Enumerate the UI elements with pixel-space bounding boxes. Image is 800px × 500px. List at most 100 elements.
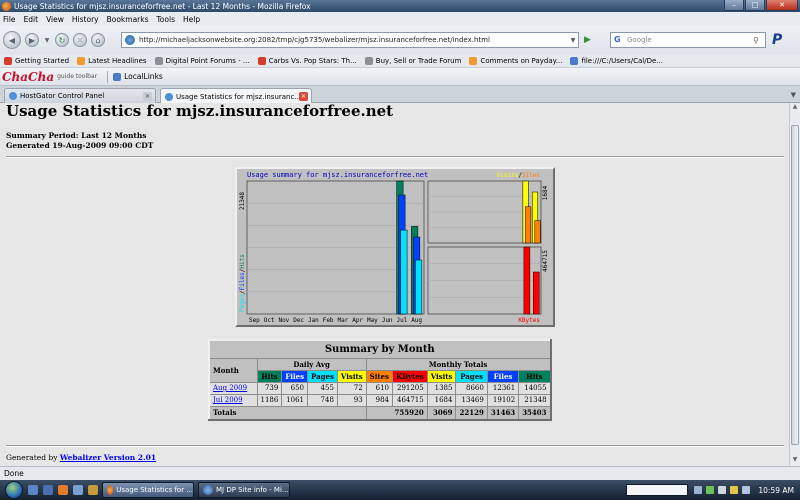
bookmark-icon [257, 56, 266, 65]
chacha-logo[interactable]: ChaCha [2, 70, 54, 84]
close-window-button[interactable]: ✕ [766, 0, 798, 11]
forward-button[interactable]: ▶ [25, 33, 39, 47]
x-tick-label: Feb [323, 317, 334, 324]
search-placeholder[interactable]: Google [627, 36, 753, 44]
vertical-scrollbar[interactable]: ▲ ▼ [789, 103, 800, 466]
bookmark-comments-payday[interactable]: Comments on Payday... [469, 56, 562, 65]
go-arrow-icon[interactable]: ▶ [584, 35, 596, 46]
taskbar-search-box[interactable] [626, 484, 689, 496]
month-header: Month [208, 357, 258, 383]
google-icon[interactable]: G [614, 35, 624, 45]
table-caption: Summary by Month [208, 339, 552, 359]
taskbar-button-firefox[interactable]: Usage Statistics for ... [102, 482, 194, 498]
menu-bar: File Edit View History Bookmarks Tools H… [0, 12, 800, 26]
scrollbar-thumb[interactable] [791, 125, 799, 445]
menu-tools[interactable]: Tools [157, 15, 175, 24]
history-dropdown-button[interactable]: ▼ [43, 33, 51, 47]
tab-hostgator[interactable]: HostGator Control Panel ✕ [4, 88, 156, 103]
local-links-button[interactable]: LocalLinks [113, 72, 163, 81]
cell: 739 [256, 381, 283, 395]
show-desktop-icon[interactable] [28, 485, 38, 495]
scroll-up-icon[interactable]: ▲ [790, 103, 800, 113]
maximize-button[interactable]: □ [745, 0, 765, 11]
totals-label: Totals [208, 405, 367, 421]
stop-button[interactable]: ✕ [73, 33, 87, 47]
page-title: Usage Statistics for mjsz.insuranceforfr… [6, 103, 394, 120]
bookmarks-toolbar: Getting Started Latest Headlines Digital… [0, 54, 800, 68]
x-tick-label: Nov [278, 317, 289, 324]
reload-button[interactable]: ↻ [55, 33, 69, 47]
tray-icon[interactable] [694, 486, 703, 494]
total-visits: 3069 [426, 405, 457, 421]
bar-sites [525, 206, 532, 244]
scroll-down-icon[interactable]: ▼ [790, 456, 800, 466]
firefox-icon [2, 1, 11, 11]
clock[interactable]: 10:59 AM [758, 486, 794, 495]
menu-bookmarks[interactable]: Bookmarks [107, 15, 149, 24]
menu-history[interactable]: History [72, 15, 99, 24]
totals-row: Totals 755920 3069 22129 31463 35403 [208, 405, 552, 421]
paypal-icon[interactable]: P [772, 32, 782, 48]
bookmark-buy-sell-trade[interactable]: Buy, Sell or Trade Forum [364, 56, 461, 65]
webalizer-link[interactable]: Webalizer Version 2.01 [60, 453, 156, 462]
y-axis-label-part: Files [239, 272, 246, 290]
ie-icon[interactable] [43, 485, 53, 495]
x-tick-label: Jan [308, 317, 319, 324]
y-axis-label: Pages/Files/Hits [239, 254, 246, 312]
bookmark-carbs-vs-pop-stars[interactable]: Carbs Vs. Pop Stars: Th... [257, 56, 357, 65]
quicklaunch-icon[interactable] [88, 485, 98, 495]
menu-help[interactable]: Help [183, 15, 200, 24]
menu-file[interactable]: File [3, 15, 16, 24]
quicklaunch-icon[interactable] [73, 485, 83, 495]
network-icon[interactable] [718, 486, 727, 494]
tab-list-icon[interactable]: ▼ [791, 91, 796, 99]
home-button[interactable]: ⌂ [91, 33, 105, 47]
page-content: Usage Statistics for mjsz.insuranceforfr… [0, 103, 789, 466]
window-title: Usage Statistics for mjsz.insuranceforfr… [14, 1, 311, 11]
chacha-subtitle: guide toolbar [57, 73, 98, 80]
month-link-aug-2009[interactable]: Aug 2009 [213, 384, 247, 392]
tab-strip: HostGator Control Panel ✕ Usage Statisti… [0, 86, 800, 104]
volume-icon[interactable] [742, 486, 751, 494]
tab-usage-statistics[interactable]: Usage Statistics for mjsz.insuranc... ✕ [160, 88, 312, 104]
month-link-jul-2009[interactable]: Jul 2009 [213, 396, 243, 404]
search-icon[interactable]: ⚲ [753, 36, 765, 45]
total-hits: 35403 [518, 405, 552, 421]
cell: 93 [336, 393, 367, 407]
minimize-button[interactable]: – [724, 0, 744, 11]
menu-view[interactable]: View [46, 15, 64, 24]
bookmark-getting-started[interactable]: Getting Started [4, 56, 69, 65]
status-bar: Done [0, 466, 800, 480]
tray-icon[interactable] [730, 486, 739, 494]
file-icon [570, 56, 579, 65]
bookmark-icon [4, 56, 12, 65]
tab-favicon [9, 92, 17, 100]
y-axis-label-part: Pages [239, 294, 246, 312]
url-dropdown-icon[interactable]: ▼ [568, 37, 578, 44]
title-bar: Usage Statistics for mjsz.insuranceforfr… [0, 0, 800, 12]
cell: 19102 [486, 393, 520, 407]
tab-favicon [165, 92, 173, 101]
bookmark-digital-point[interactable]: Digital Point Forums - ... [154, 56, 250, 65]
firefox-quicklaunch-icon[interactable] [58, 485, 68, 495]
x-tick-label: Jul [396, 317, 407, 324]
address-bar[interactable]: http://michaeljacksonwebsite.org:2082/tm… [121, 32, 579, 48]
back-button[interactable]: ◀ [3, 31, 21, 49]
bookmark-label: Latest Headlines [88, 56, 147, 65]
start-button[interactable] [5, 481, 23, 499]
bar-kbytes [533, 271, 540, 315]
tab-close-icon[interactable]: ✕ [299, 92, 308, 101]
bookmark-local-file[interactable]: file:///C:/Users/Cal/De... [570, 56, 663, 65]
site-icon [125, 35, 135, 45]
monthly-totals-header: Monthly Totals [365, 357, 552, 371]
search-bar[interactable]: G Google ⚲ [610, 32, 766, 48]
menu-edit[interactable]: Edit [24, 15, 39, 24]
bookmark-latest-headlines[interactable]: Latest Headlines [77, 56, 147, 65]
tray-icon[interactable] [706, 486, 715, 494]
chart-title: Usage summary for mjsz.insuranceforfree.… [247, 171, 428, 179]
generated-by-label: Generated by [6, 453, 60, 462]
col-monthly-hits: Hits [518, 369, 552, 383]
url-text[interactable]: http://michaeljacksonwebsite.org:2082/tm… [139, 36, 568, 44]
tab-close-icon[interactable]: ✕ [143, 92, 152, 101]
taskbar-button-site-info[interactable]: MJ DP Site info - Mi... [198, 482, 290, 498]
